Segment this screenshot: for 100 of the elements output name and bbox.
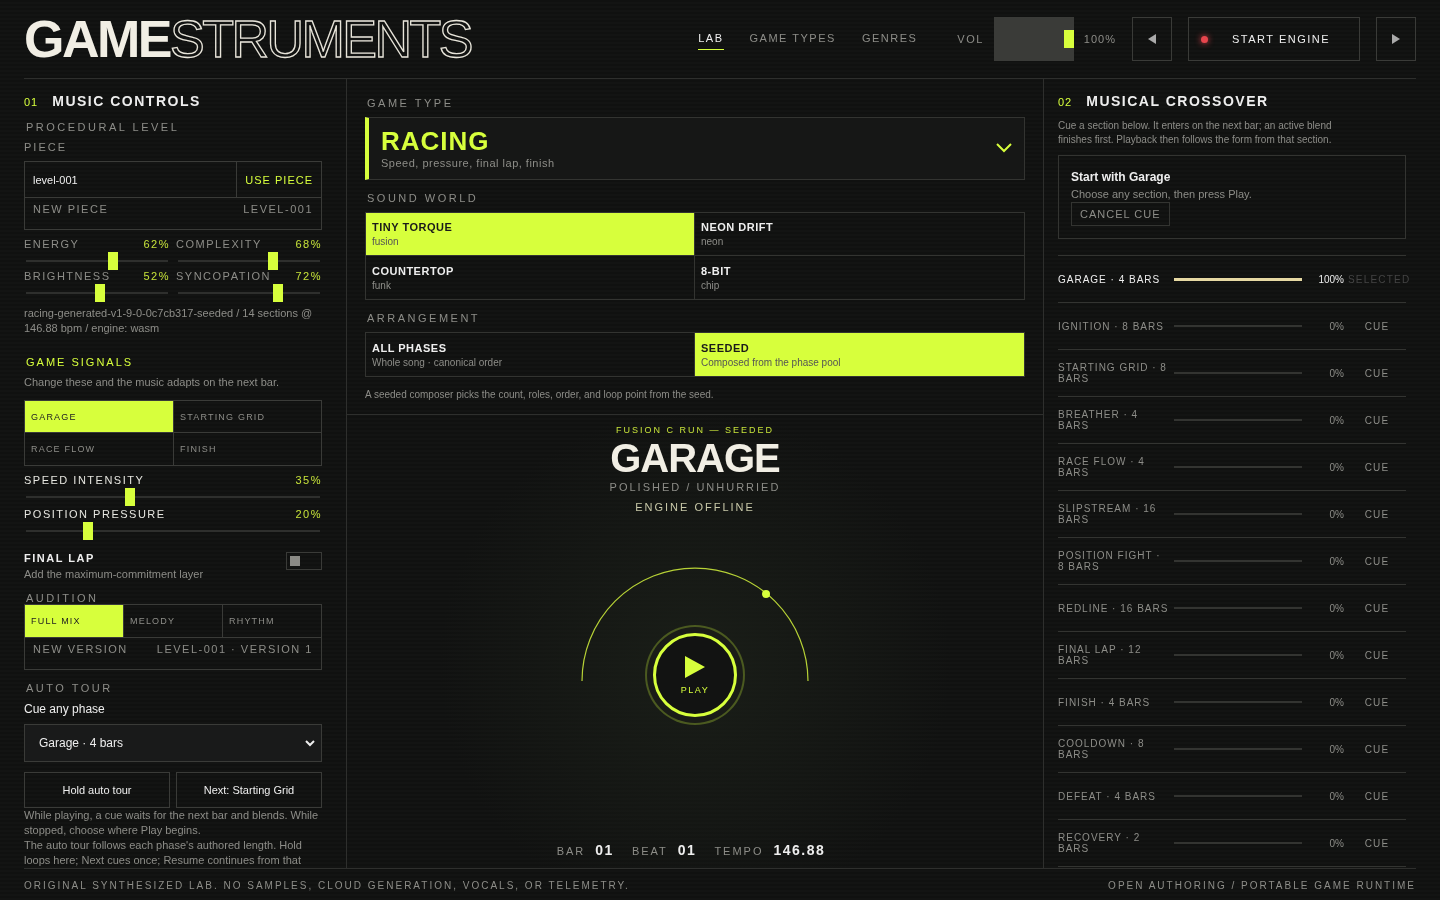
counter-value: 01 (595, 842, 614, 858)
blend-percent: 0% (1328, 649, 1344, 661)
slider-thumb[interactable] (273, 284, 284, 302)
volume-thumb[interactable] (1063, 30, 1074, 48)
phase-option[interactable]: RACE FLOW (25, 433, 174, 465)
logo-outline-text: STRUMENTS (170, 10, 472, 68)
section-name: IGNITION · 8 BARS (1058, 320, 1165, 332)
phase-option[interactable]: STARTING GRID (174, 401, 321, 433)
cue-button[interactable]: CUE (1348, 320, 1406, 332)
section-title: GAME SIGNALS (26, 356, 135, 368)
blend-percent: 0% (1328, 602, 1344, 614)
section-name: POSITION FIGHT · 8 BARS (1058, 550, 1162, 572)
piece-id: LEVEL-001 (243, 203, 313, 215)
slider-label: SPEED INTENSITY (24, 474, 145, 487)
cue-button[interactable]: CUE (1348, 508, 1406, 520)
cue-button[interactable]: CUE (1348, 367, 1406, 379)
slider-reading: 52% (143, 270, 170, 283)
slider-reading: 20% (295, 508, 322, 521)
run-label: FUSION C RUN — SEEDED (616, 425, 774, 435)
counter-value: 146.88 (773, 842, 826, 858)
phase-select[interactable]: Garage · 4 bars (24, 724, 322, 762)
blend-percent: 0% (1328, 508, 1344, 520)
cue-button[interactable]: CUE (1348, 696, 1406, 708)
audition-option[interactable]: RHYTHM (223, 605, 321, 637)
tour-button[interactable]: Next: Starting Grid (176, 772, 322, 808)
new-piece-button[interactable]: NEW PIECE (33, 203, 109, 215)
section-number: 01 (24, 96, 39, 108)
cue-button[interactable]: CUE (1348, 790, 1406, 802)
slider-label: COMPLEXITY (176, 238, 262, 251)
toggle-switch[interactable] (286, 552, 322, 570)
description: Change these and the music adapts on the next bar. (24, 376, 280, 388)
slider-thumb[interactable] (267, 252, 278, 270)
new-version-button[interactable]: NEW VERSION (33, 643, 128, 655)
cue-button[interactable]: CUE (1348, 743, 1406, 755)
section-title: MUSICAL CROSSOVER (1086, 93, 1269, 109)
play-icon (684, 655, 706, 679)
volume-reading: 100% (1083, 33, 1116, 45)
volume-label: VOL (957, 33, 984, 45)
section-name: RACE FLOW · 4 BARS (1058, 456, 1146, 478)
counter-label: BAR (556, 845, 586, 857)
section-name: RECOVERY · 2 BARS (1058, 832, 1142, 854)
next-button[interactable] (1376, 17, 1416, 61)
volume-slider[interactable] (993, 17, 1074, 61)
slider-thumb[interactable] (125, 488, 136, 506)
cancel-cue-button[interactable]: CANCEL CUE (1071, 202, 1170, 226)
engine-info: racing-generated-v1-9-0-0c7cb317-seeded / 14 sections @ 146.88 bpm / engine: wasm (24, 306, 314, 336)
cue-button[interactable]: CUE (1348, 602, 1406, 614)
toggle-title: FINAL LAP (24, 552, 96, 564)
start-engine-button[interactable]: START ENGINE (1188, 17, 1360, 61)
field-label: ARRANGEMENT (367, 312, 482, 324)
phase-option[interactable]: FINISH (174, 433, 321, 465)
nav-link[interactable]: GAME TYPES (749, 31, 836, 50)
nav-link[interactable]: LAB (698, 31, 724, 50)
slider-reading: 35% (295, 474, 322, 487)
blend-percent: 0% (1328, 367, 1344, 379)
phase-option[interactable]: GARAGE (25, 401, 174, 433)
footer-text: OPEN AUTHORING / PORTABLE GAME RUNTIME (1108, 879, 1416, 891)
section-name: REDLINE · 16 BARS (1058, 602, 1170, 614)
field-label: SOUND WORLD (367, 192, 480, 204)
blend-percent: 0% (1328, 555, 1344, 567)
slider-label: POSITION PRESSURE (24, 508, 166, 521)
sound-world-option[interactable]: TINY TORQUE fusion (366, 213, 695, 256)
engine-status: ENGINE OFFLINE (635, 501, 755, 513)
cue-button[interactable]: CUE (1348, 414, 1406, 426)
cue-button[interactable]: CUE (1348, 461, 1406, 473)
slider-thumb[interactable] (82, 522, 93, 540)
mood-label: POLISHED / UNHURRIED (609, 481, 781, 493)
blend-percent: 0% (1328, 696, 1344, 708)
slider-label: SYNCOPATION (176, 270, 271, 283)
arrangement-option[interactable]: SEEDED Composed from the phase pool (695, 333, 1024, 376)
cue-button[interactable]: CUE (1348, 837, 1406, 849)
sound-world-option[interactable]: NEON DRIFT neon (695, 213, 1024, 256)
tour-button[interactable]: Hold auto tour (24, 772, 170, 808)
section-name: STARTING GRID · 8 BARS (1058, 362, 1168, 384)
game-type-select[interactable]: RACING Speed, pressure, final lap, finish (365, 117, 1025, 180)
section-name: COOLDOWN · 8 BARS (1058, 738, 1146, 760)
use-piece-button[interactable]: USE PIECE (237, 161, 322, 198)
nav-link[interactable]: GENRES (861, 31, 918, 50)
slider-thumb[interactable] (94, 284, 105, 302)
piece-input[interactable]: level-001 (24, 161, 238, 198)
cue-button[interactable]: CUE (1348, 555, 1406, 567)
sound-world-option[interactable]: COUNTERTOP funk (366, 256, 695, 299)
description: Cue a section below. It enters on the next bar; an active blend finishes first. Playback then follows the form from that section. (1058, 119, 1333, 147)
right-triangle-icon (1391, 34, 1401, 44)
help-text: While playing, a cue waits for the next bar and blends. While stopped, choose where Play begins. (24, 808, 320, 838)
section-name: GARAGE · 4 BARS (1058, 273, 1162, 285)
slider-thumb[interactable] (107, 252, 118, 270)
slider-label: ENERGY (24, 238, 80, 251)
subsection-label: AUDITION (26, 592, 100, 604)
cue-button[interactable]: CUE (1348, 649, 1406, 661)
help-text: A seeded composer picks the count, roles, order, and loop point from the seed. (365, 389, 715, 400)
chevron-down-icon (996, 142, 1012, 153)
slider-reading: 72% (295, 270, 322, 283)
section-number: 02 (1058, 96, 1073, 108)
audition-option[interactable]: MELODY (124, 605, 223, 637)
sound-world-option[interactable]: 8-BIT chip (695, 256, 1024, 299)
previous-button[interactable] (1132, 17, 1172, 61)
subsection-label: AUTO TOUR (26, 682, 114, 694)
left-triangle-icon (1147, 34, 1157, 44)
audition-option[interactable]: FULL MIX (25, 605, 124, 637)
